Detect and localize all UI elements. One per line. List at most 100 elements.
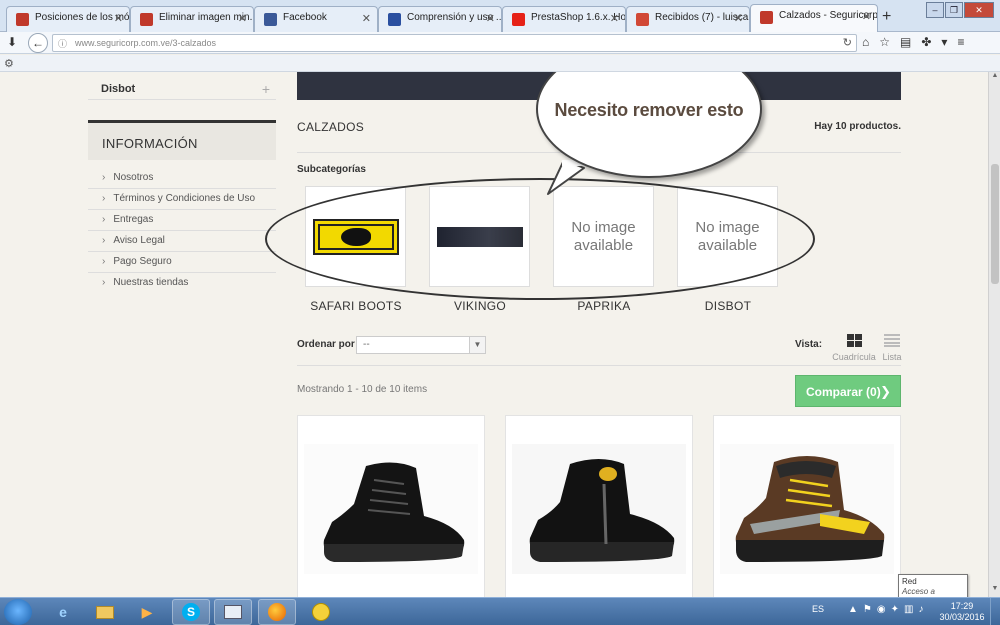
browser-tab[interactable]: Posiciones de los mó... ✕	[6, 6, 130, 32]
nav-tools: ⌂ ☆ ▤ ✤ ▾ ≡	[862, 35, 964, 49]
browser-tab-bar: Posiciones de los mó... ✕ Eliminar imagen …	[0, 0, 1000, 33]
browser-tab[interactable]: Calzados - Seguricorp ✕	[750, 4, 878, 33]
browser-tab[interactable]: PrestaShop 1.6.x. Ho... ✕	[502, 6, 626, 32]
speech-bubble-text: Necesito remover esto	[554, 100, 744, 120]
media-player-icon[interactable]: ▶	[128, 599, 166, 625]
grid-icon	[846, 334, 862, 347]
addon-icon[interactable]: ⚙	[4, 57, 14, 70]
new-tab-button[interactable]: +	[882, 8, 891, 26]
tray-expand-icon[interactable]: ▲	[848, 604, 858, 615]
back-button[interactable]: ←	[28, 33, 48, 53]
product-card[interactable]	[505, 415, 693, 597]
start-button-icon[interactable]	[4, 599, 32, 625]
tray-app-icon[interactable]: ✦	[891, 604, 899, 615]
browser-tab[interactable]: Comprensión y uso ... ✕	[378, 6, 502, 32]
expand-plus-icon[interactable]: +	[262, 81, 270, 97]
bookmark-star-icon[interactable]: ☆	[879, 35, 890, 49]
close-window-button[interactable]: ✕	[964, 2, 994, 18]
prestashop-icon	[140, 13, 153, 26]
bookmarks-list-icon[interactable]: ▤	[900, 35, 911, 49]
system-clock[interactable]: 17:29 30/03/2016	[936, 601, 988, 623]
youtube-icon	[512, 13, 525, 26]
sort-value: --	[363, 339, 370, 350]
scroll-down-icon[interactable]: ▼	[989, 585, 1000, 597]
info-item-aviso-legal[interactable]: › Aviso Legal	[88, 231, 276, 252]
grid-view-label: Cuadrícula	[832, 352, 876, 362]
download-arrow-icon[interactable]: ⬇	[7, 35, 17, 49]
sort-select[interactable]: -- ▼	[356, 336, 486, 354]
explorer-folder-icon[interactable]	[86, 599, 124, 625]
close-icon[interactable]: ✕	[862, 10, 871, 23]
close-icon[interactable]: ✕	[486, 12, 495, 25]
home-icon[interactable]: ⌂	[862, 35, 869, 49]
product-image[interactable]	[720, 444, 894, 574]
close-icon[interactable]: ✕	[734, 12, 743, 25]
chevron-right-icon: ›	[102, 214, 106, 225]
minimize-button[interactable]: –	[926, 2, 944, 18]
close-icon[interactable]: ✕	[362, 12, 371, 25]
windows-taskbar: e ▶ S ES ▲ ⚑ ◉ ✦ ▥ ♪ 17:29 30/03/2016	[0, 597, 1000, 625]
reload-icon[interactable]: ↻	[843, 36, 852, 49]
info-icon[interactable]: ⓘ	[58, 37, 67, 50]
sidebar-item-disbot[interactable]: Disbot +	[88, 78, 276, 100]
subcategory-name[interactable]: SAFARI BOOTS	[296, 299, 416, 313]
compare-button[interactable]: Comparar (0) ❯	[795, 375, 901, 407]
tray-antivirus-icon[interactable]: ◉	[877, 604, 886, 615]
show-desktop-button[interactable]	[990, 598, 1000, 625]
info-item-tiendas[interactable]: › Nuestras tiendas	[88, 273, 276, 294]
scrollbar-thumb[interactable]	[991, 164, 999, 284]
ie-icon[interactable]: e	[44, 599, 82, 625]
browser-tab[interactable]: Recibidos (7) - luisca... ✕	[626, 6, 750, 32]
menu-icon[interactable]: ≡	[957, 35, 964, 49]
chevron-right-icon: ›	[102, 172, 106, 183]
chevron-down-icon[interactable]: ▼	[469, 337, 485, 353]
dropdown-arrow-icon[interactable]: ▾	[941, 35, 947, 49]
subcategory-name[interactable]: DISBOT	[668, 299, 788, 313]
tray-flag-icon[interactable]: ⚑	[863, 604, 872, 615]
browser-tab[interactable]: Facebook ✕	[254, 6, 378, 32]
info-item-entregas[interactable]: › Entregas	[88, 210, 276, 231]
language-indicator[interactable]: ES	[812, 604, 824, 614]
page-content: Disbot + INFORMACIÓN › Nosotros › Términos…	[0, 72, 988, 597]
page-scrollbar[interactable]: ▲ ▼	[988, 72, 1000, 597]
gmail-icon	[636, 13, 649, 26]
maximize-button[interactable]: ❐	[945, 2, 963, 18]
browser-nav-bar: ⬇ ← ⓘ www.seguricorp.com.ve/3-calzados ↻…	[0, 32, 1000, 54]
product-card[interactable]	[713, 415, 901, 597]
product-card[interactable]	[297, 415, 485, 597]
skype-icon[interactable]: S	[172, 599, 210, 625]
product-image[interactable]	[512, 444, 686, 574]
product-count: Hay 10 productos.	[814, 121, 901, 132]
filezilla-icon[interactable]	[302, 599, 340, 625]
subcategory-name[interactable]: VIKINGO	[420, 299, 540, 313]
close-icon[interactable]: ✕	[114, 12, 123, 25]
window-thumb-icon[interactable]	[214, 599, 252, 625]
address-bar[interactable]: ⓘ www.seguricorp.com.ve/3-calzados ↻	[52, 34, 857, 52]
info-item-nosotros[interactable]: › Nosotros	[88, 168, 276, 189]
close-icon[interactable]: ✕	[238, 12, 247, 25]
window-controls: – ❐ ✕	[926, 2, 994, 18]
chevron-right-icon: ›	[102, 256, 106, 267]
product-image[interactable]	[304, 444, 478, 574]
divider	[297, 365, 901, 366]
volume-icon[interactable]: ♪	[918, 604, 923, 615]
site-icon	[388, 13, 401, 26]
chevron-right-icon: ›	[102, 235, 106, 246]
subcategory-name[interactable]: PAPRIKA	[544, 299, 664, 313]
list-view-button[interactable]: Lista	[878, 334, 906, 362]
extension-icon[interactable]: ✤	[921, 35, 931, 49]
firefox-icon[interactable]	[258, 599, 296, 625]
list-view-label: Lista	[882, 352, 902, 362]
info-item-terminos[interactable]: › Términos y Condiciones de Uso	[88, 189, 276, 210]
tab-label: Facebook	[283, 12, 327, 23]
compare-button-label: Comparar (0)	[806, 385, 881, 399]
system-tray: ▲ ⚑ ◉ ✦ ▥ ♪	[848, 604, 923, 615]
info-title: INFORMACIÓN	[102, 136, 198, 151]
info-item-pago-seguro[interactable]: › Pago Seguro	[88, 252, 276, 273]
close-icon[interactable]: ✕	[610, 12, 619, 25]
grid-view-button[interactable]: Cuadrícula	[832, 334, 876, 362]
network-icon[interactable]: ▥	[904, 604, 913, 615]
browser-tab[interactable]: Eliminar imagen min... ✕	[130, 6, 254, 32]
url-text[interactable]: www.seguricorp.com.ve/3-calzados	[75, 38, 216, 48]
scroll-up-icon[interactable]: ▲	[989, 72, 1000, 84]
